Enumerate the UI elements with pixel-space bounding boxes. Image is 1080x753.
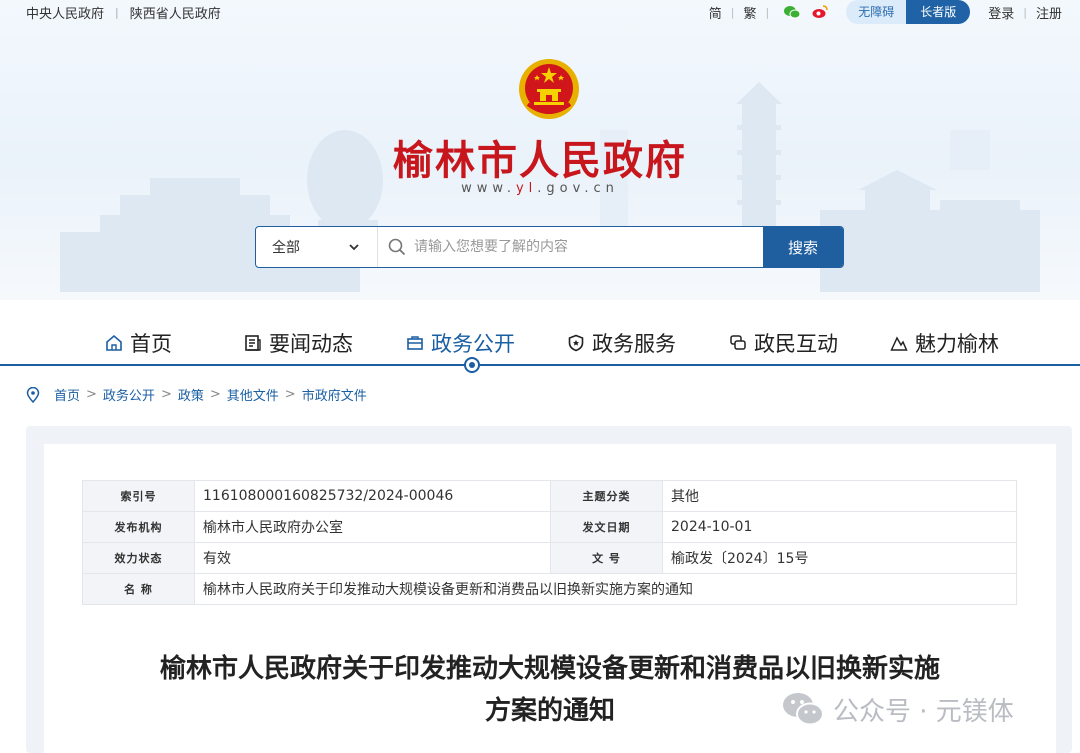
table-row: 索引号 116108000160825732/2024-00046 主题分类 其… [82, 480, 1017, 512]
document-title-line-1: 榆林市人民政府关于印发推动大规模设备更新和消费品以旧换新实施 [159, 654, 940, 684]
search-icon [388, 238, 406, 256]
breadcrumb-separator: > [86, 387, 97, 402]
top-tools: 简 | 繁 | 无障碍 长者版 登录 | 注册 [709, 0, 1062, 24]
topic-value: 其他 [662, 480, 1017, 512]
nav-underline [0, 364, 1080, 366]
search-button[interactable]: 搜索 [763, 227, 843, 267]
central-gov-link[interactable]: 中央人民政府 [26, 3, 104, 22]
name-label: 名 称 [82, 573, 195, 605]
issuer-label: 发布机构 [82, 511, 195, 543]
nav-item-gov-affairs[interactable]: 政务公开 [405, 328, 515, 358]
divider: | [115, 6, 119, 19]
nav-item-services[interactable]: 政务服务 [566, 328, 676, 358]
date-label: 发文日期 [550, 511, 663, 543]
shaanxi-gov-link[interactable]: 陕西省人民政府 [130, 3, 221, 22]
issuer-value: 榆林市人民政府办公室 [194, 511, 551, 543]
chevron-down-icon [349, 243, 359, 250]
home-icon [104, 333, 124, 353]
nav-item-label: 要闻动态 [269, 332, 353, 356]
divider: | [765, 5, 770, 19]
breadcrumb-home[interactable]: 首页 [54, 385, 80, 404]
briefcase-icon [405, 333, 425, 353]
breadcrumb-other-docs[interactable]: 其他文件 [227, 385, 279, 404]
search-field [378, 227, 763, 267]
divider: | [730, 5, 735, 19]
breadcrumb-gov-affairs[interactable]: 政务公开 [103, 385, 155, 404]
watermark: 公众号 · 元镁体 [781, 690, 1014, 728]
url-highlight: yl [515, 181, 538, 196]
top-bar: 中央人民政府 | 陕西省人民政府 简 | 繁 | 无障碍 长者版 登录 | 注册 [0, 0, 1080, 24]
accessible-mode-button[interactable]: 无障碍 [846, 0, 907, 24]
watermark-text: 公众号 · 元镁体 [833, 696, 1014, 727]
document-meta-table: 索引号 116108000160825732/2024-00046 主题分类 其… [82, 480, 1017, 605]
nav-item-interaction[interactable]: 政民互动 [728, 328, 838, 358]
accessibility-switch: 无障碍 长者版 [846, 0, 971, 24]
main-nav: 首页 要闻动态 政务公开 政务服务 政民互动 魅力榆林 [0, 318, 1080, 373]
simplified-chinese-link[interactable]: 简 [709, 3, 722, 22]
breadcrumb-separator: > [209, 387, 221, 402]
breadcrumb-separator: > [284, 387, 296, 402]
search-scope-select[interactable]: 全部 [256, 227, 378, 267]
register-link[interactable]: 注册 [1036, 3, 1062, 22]
url-prefix: www. [461, 181, 516, 196]
breadcrumb-policy[interactable]: 政策 [178, 385, 204, 404]
table-row: 发布机构 榆林市人民政府办公室 发文日期 2024-10-01 [82, 511, 1017, 543]
wechat-icon [783, 693, 824, 726]
doc-no-value: 榆政发〔2024〕15号 [662, 542, 1017, 574]
index-no-value: 116108000160825732/2024-00046 [194, 480, 551, 512]
wechat-icon[interactable] [784, 4, 801, 20]
nav-item-label: 首页 [130, 332, 172, 356]
top-links: 中央人民政府 | 陕西省人民政府 [26, 3, 221, 22]
traditional-chinese-link[interactable]: 繁 [743, 3, 756, 22]
nav-item-home[interactable]: 首页 [104, 328, 172, 358]
divider: | [1023, 5, 1027, 19]
search-bar: 全部 搜索 [255, 226, 844, 268]
search-scope-value: 全部 [272, 240, 300, 256]
weibo-icon[interactable] [812, 4, 828, 20]
national-emblem-icon [519, 59, 579, 119]
site-title: 榆林市人民政府 [393, 138, 687, 184]
header-banner: 中央人民政府 | 陕西省人民政府 简 | 繁 | 无障碍 长者版 登录 | 注册 [0, 0, 1080, 300]
index-no-label: 索引号 [82, 480, 195, 512]
url-suffix: .gov.cn [537, 181, 619, 196]
breadcrumb-city-docs[interactable]: 市政府文件 [302, 385, 367, 404]
nav-item-news[interactable]: 要闻动态 [243, 328, 353, 358]
login-link[interactable]: 登录 [988, 3, 1014, 22]
nav-item-label: 政民互动 [754, 332, 838, 356]
active-indicator [464, 357, 480, 373]
news-icon [243, 333, 263, 353]
site-url: www.yl.gov.cn [0, 181, 1080, 196]
table-row: 名 称 榆林市人民政府关于印发推动大规模设备更新和消费品以旧换新实施方案的通知 [82, 573, 1017, 605]
breadcrumb: 首页 > 政务公开 > 政策 > 其他文件 > 市政府文件 [26, 385, 367, 404]
nav-item-label: 政务公开 [431, 332, 515, 356]
location-pin-icon [26, 386, 40, 403]
doc-no-label: 文 号 [550, 542, 663, 574]
name-value: 榆林市人民政府关于印发推动大规模设备更新和消费品以旧换新实施方案的通知 [194, 573, 1017, 605]
nav-item-charm[interactable]: 魅力榆林 [889, 328, 999, 358]
shield-icon [566, 333, 586, 353]
nav-item-label: 政务服务 [592, 332, 676, 356]
status-label: 效力状态 [82, 542, 195, 574]
search-input[interactable] [414, 239, 734, 255]
topic-label: 主题分类 [550, 480, 663, 512]
nav-item-label: 魅力榆林 [915, 332, 999, 356]
elder-mode-button[interactable]: 长者版 [906, 0, 971, 24]
table-row: 效力状态 有效 文 号 榆政发〔2024〕15号 [82, 542, 1017, 574]
breadcrumb-separator: > [160, 387, 172, 402]
mountain-icon [889, 333, 909, 353]
date-value: 2024-10-01 [662, 511, 1017, 543]
status-value: 有效 [194, 542, 551, 574]
chat-icon [728, 333, 748, 353]
